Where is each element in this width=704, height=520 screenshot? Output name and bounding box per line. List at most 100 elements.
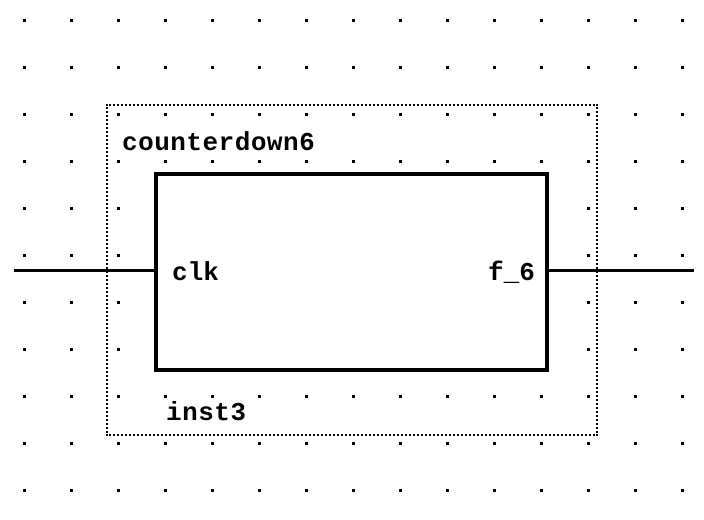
grid-dot (446, 113, 449, 116)
grid-dot (352, 66, 355, 69)
grid-dot (587, 207, 590, 210)
grid-dot (70, 113, 73, 116)
grid-dot (23, 442, 26, 445)
grid-dot (399, 160, 402, 163)
grid-dot (211, 113, 214, 116)
grid-dot (70, 207, 73, 210)
grid-dot (164, 442, 167, 445)
grid-dot (117, 442, 120, 445)
grid-dot (258, 442, 261, 445)
grid-dot (399, 19, 402, 22)
grid-dot (23, 160, 26, 163)
grid-dot (70, 301, 73, 304)
grid-dot (211, 66, 214, 69)
grid-dot (493, 395, 496, 398)
grid-dot (540, 19, 543, 22)
grid-dot (681, 19, 684, 22)
grid-dot (117, 395, 120, 398)
grid-dot (164, 19, 167, 22)
grid-dot (23, 348, 26, 351)
grid-dot (258, 489, 261, 492)
grid-dot (399, 66, 402, 69)
grid-dot (117, 301, 120, 304)
grid-dot (305, 19, 308, 22)
grid-dot (587, 489, 590, 492)
grid-dot (164, 395, 167, 398)
module-type-label: counterdown6 (122, 128, 315, 158)
grid-dot (634, 254, 637, 257)
grid-dot (23, 19, 26, 22)
grid-dot (634, 489, 637, 492)
grid-dot (681, 160, 684, 163)
grid-dot (540, 442, 543, 445)
grid-dot (258, 160, 261, 163)
grid-dot (446, 160, 449, 163)
grid-dot (23, 301, 26, 304)
grid-dot (352, 160, 355, 163)
grid-dot (540, 395, 543, 398)
grid-dot (211, 395, 214, 398)
grid-dot (164, 66, 167, 69)
grid-dot (587, 348, 590, 351)
grid-dot (634, 19, 637, 22)
grid-dot (681, 301, 684, 304)
grid-dot (70, 19, 73, 22)
grid-dot (258, 19, 261, 22)
grid-dot (634, 442, 637, 445)
grid-dot (352, 19, 355, 22)
grid-dot (587, 254, 590, 257)
grid-dot (23, 395, 26, 398)
grid-dot (493, 489, 496, 492)
grid-dot (634, 113, 637, 116)
grid-dot (23, 489, 26, 492)
grid-dot (211, 19, 214, 22)
grid-dot (117, 489, 120, 492)
grid-dot (681, 348, 684, 351)
grid-dot (634, 160, 637, 163)
grid-dot (352, 395, 355, 398)
grid-dot (399, 395, 402, 398)
grid-dot (305, 66, 308, 69)
grid-dot (540, 489, 543, 492)
schematic-canvas: counterdown6 inst3 clk f_6 (0, 0, 704, 520)
grid-dot (399, 113, 402, 116)
grid-dot (634, 66, 637, 69)
grid-dot (587, 66, 590, 69)
grid-dot (681, 395, 684, 398)
grid-dot (587, 442, 590, 445)
grid-dot (117, 207, 120, 210)
grid-dot (117, 19, 120, 22)
grid-dot (634, 301, 637, 304)
grid-dot (70, 395, 73, 398)
grid-dot (258, 395, 261, 398)
grid-dot (164, 113, 167, 116)
grid-dot (258, 113, 261, 116)
grid-dot (117, 66, 120, 69)
grid-dot (587, 160, 590, 163)
grid-dot (305, 489, 308, 492)
grid-dot (70, 254, 73, 257)
grid-dot (23, 113, 26, 116)
grid-dot (70, 160, 73, 163)
grid-dot (117, 113, 120, 116)
grid-dot (305, 442, 308, 445)
grid-dot (352, 489, 355, 492)
wire-input (14, 269, 154, 272)
grid-dot (493, 66, 496, 69)
grid-dot (587, 19, 590, 22)
grid-dot (164, 489, 167, 492)
grid-dot (493, 19, 496, 22)
wire-output (549, 269, 694, 272)
grid-dot (446, 442, 449, 445)
grid-dot (258, 66, 261, 69)
grid-dot (540, 160, 543, 163)
grid-dot (23, 66, 26, 69)
grid-dot (493, 160, 496, 163)
grid-dot (117, 348, 120, 351)
grid-dot (446, 489, 449, 492)
grid-dot (587, 113, 590, 116)
grid-dot (352, 113, 355, 116)
grid-dot (305, 160, 308, 163)
grid-dot (587, 395, 590, 398)
grid-dot (23, 207, 26, 210)
